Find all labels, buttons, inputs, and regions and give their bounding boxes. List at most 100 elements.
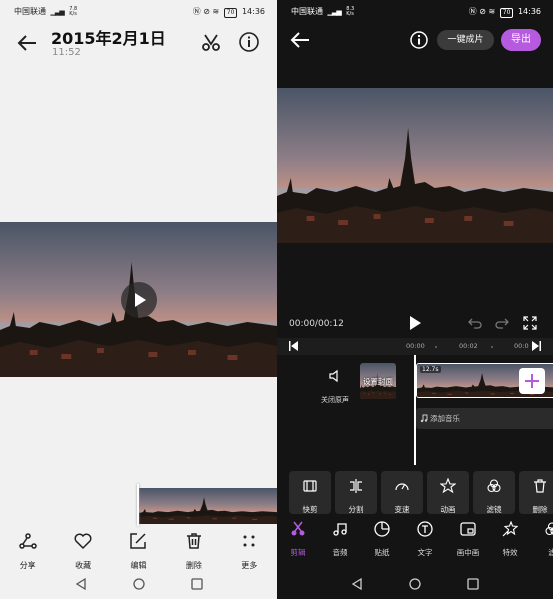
animation-button[interactable]: 动画 [427,471,469,514]
info-icon[interactable] [409,30,429,50]
status-time: 14:36 [517,7,541,16]
signal-icon: ▁▃▅ [50,8,65,16]
video-thumbnail-strip[interactable] [138,488,277,524]
heart-icon [74,533,92,550]
trim-button[interactable]: 快剪 [289,471,331,514]
fullscreen-icon[interactable] [523,316,537,330]
add-clip-button[interactable] [519,368,545,394]
nav-recents-icon[interactable] [466,577,480,591]
split-button[interactable]: 分割 [335,471,377,514]
speed-label: 变速 [394,505,410,514]
video-preview-image[interactable] [277,88,553,243]
share-button[interactable]: 分享 [3,531,53,570]
add-music-button[interactable]: 添加音乐 [416,408,553,429]
photo-time: 11:52 [52,47,81,58]
nfc-icon: Ⓝ [468,7,477,16]
pip-icon [460,522,476,536]
carrier-label: 中国联通 [291,7,323,16]
delete-button[interactable]: 删除 [169,531,219,570]
share-icon [18,533,37,549]
status-bar: 中国联通 ▁▃▅ 8.3 K/s Ⓝ ⊘ ≋ 70 14:36 [277,0,553,22]
favorite-button[interactable]: 收藏 [58,531,108,570]
bottom-toolbar: 分享 收藏 编辑 删除 更多 [0,531,277,570]
trim-icon [303,480,317,492]
page-title: 2015年2月1日 [51,29,166,48]
set-cover-button[interactable]: 设置封面 [360,363,396,399]
play-button[interactable] [121,282,157,318]
split-label: 分割 [348,505,364,514]
tab-text-label: 文字 [417,548,433,557]
tab-audio-label: 音频 [332,548,348,557]
status-right: Ⓝ ⊘ ≋ 70 14:36 [469,6,541,18]
tab-clip-label: 剪辑 [290,548,306,557]
edit-tools-row: 快剪 分割 变速 动画 滤镜 删除 [289,471,553,514]
trim-label: 快剪 [302,505,318,514]
nfc-icon: Ⓝ [192,7,201,16]
trash-icon [186,533,201,549]
text-icon [417,521,433,537]
redo-icon[interactable] [495,317,509,329]
video-editor-icon[interactable] [199,30,223,54]
tab-effects-label: 特效 [502,548,518,557]
nav-back-icon[interactable] [74,577,88,591]
trash-icon [534,479,546,493]
export-button[interactable]: 导出 [501,29,541,51]
speaker-icon [329,369,338,383]
status-left: 中国联通 ▁▃▅ 7.8 K/s [14,6,77,17]
edit-icon [130,533,147,549]
timeline-dot [435,346,437,348]
more-button[interactable]: 更多 [224,531,274,570]
delete-clip-label: 删除 [532,505,548,514]
clip-duration: 12.7s [420,366,441,373]
network-speed: 7.8 K/s [69,5,78,17]
video-editor-panel: 中国联通 ▁▃▅ 8.3 K/s Ⓝ ⊘ ≋ 70 14:36 一键成片 导出 0… [277,0,553,599]
status-right: Ⓝ ⊘ ≋ 70 14:36 [193,6,265,18]
edit-button[interactable]: 编辑 [113,531,163,570]
animation-label: 动画 [440,505,456,514]
timeline-dot [491,346,493,348]
signal-icon: ▁▃▅ [327,8,342,16]
system-nav-bar [0,569,277,599]
filter-icon [487,479,501,493]
one-key-create-button[interactable]: 一键成片 [437,30,494,50]
filter-icon [545,522,553,536]
tab-pip[interactable]: 画中画 [448,517,488,559]
mute-status-icon: ⊘ [479,7,486,16]
delete-clip-button[interactable]: 删除 [519,471,553,514]
carrier-label: 中国联通 [14,7,46,16]
wifi-icon: ≋ [488,7,496,16]
info-icon[interactable] [238,31,260,53]
battery-icon: 70 [499,8,514,18]
tab-sticker[interactable]: 贴纸 [362,517,402,559]
music-icon [333,523,347,536]
music-note-icon [420,414,428,423]
tab-sticker-label: 贴纸 [374,548,390,557]
tab-clip[interactable]: 剪辑 [278,517,318,559]
jump-start-icon[interactable] [289,341,298,351]
speed-button[interactable]: 变速 [381,471,423,514]
jump-end-icon[interactable] [532,341,541,351]
thumbnail-strip-cursor[interactable] [137,484,139,526]
animation-icon [440,478,456,494]
timeline-playhead[interactable] [414,355,416,465]
sticker-icon [374,521,390,537]
nav-back-icon[interactable] [350,577,364,591]
system-nav-bar [277,569,553,599]
tab-filter-label: 滤 [548,548,553,557]
undo-icon[interactable] [468,317,482,329]
nav-home-icon[interactable] [132,577,146,591]
effects-icon [502,521,518,537]
tab-audio[interactable]: 音频 [320,517,360,559]
nav-recents-icon[interactable] [190,577,204,591]
mute-original-button[interactable]: 关闭原声 [315,369,355,406]
tab-filter[interactable]: 滤 [532,517,553,559]
play-icon[interactable] [407,315,423,331]
nav-home-icon[interactable] [408,577,422,591]
tab-text[interactable]: 文字 [405,517,445,559]
back-arrow-icon[interactable] [16,32,38,54]
timeline-tick: 00:00 [406,342,425,350]
add-music-label: 添加音乐 [430,414,460,423]
filter-button[interactable]: 滤镜 [473,471,515,514]
back-arrow-icon[interactable] [289,29,311,51]
tab-effects[interactable]: 特效 [490,517,530,559]
